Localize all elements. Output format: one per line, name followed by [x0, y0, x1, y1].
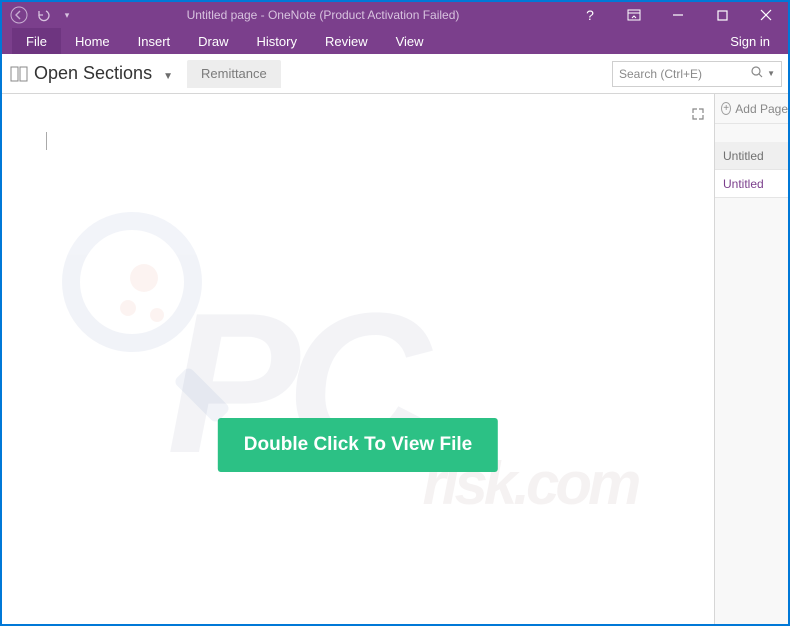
content-area: PCrisk.com Double Click To View File + A…	[2, 94, 788, 624]
ribbon: File Home Insert Draw History Review Vie…	[2, 28, 788, 54]
sign-in-link[interactable]: Sign in	[712, 34, 788, 49]
chevron-down-icon: ▼	[163, 71, 173, 82]
section-tab-label: Remittance	[201, 66, 267, 81]
qat-dropdown[interactable]: ▾	[56, 4, 78, 26]
search-input[interactable]: Search (Ctrl+E) ▼	[612, 61, 782, 87]
ribbon-tab-draw[interactable]: Draw	[184, 28, 242, 54]
window-title: Untitled page - OneNote (Product Activat…	[78, 8, 568, 22]
file-tab[interactable]: File	[12, 28, 61, 54]
view-file-button[interactable]: Double Click To View File	[218, 418, 498, 472]
ribbon-tab-insert[interactable]: Insert	[124, 28, 185, 54]
ribbon-display-button[interactable]	[612, 2, 656, 28]
section-bar: Open Sections ▼ Remittance Search (Ctrl+…	[2, 54, 788, 94]
nav-buttons: ▾	[8, 4, 78, 26]
title-bar: ▾ Untitled page - OneNote (Product Activ…	[2, 2, 788, 28]
notebook-label: Open Sections	[34, 63, 152, 83]
full-page-view-button[interactable]	[692, 108, 704, 123]
undo-button[interactable]	[32, 4, 54, 26]
search-placeholder: Search (Ctrl+E)	[619, 67, 751, 81]
watermark-logo	[62, 212, 232, 382]
section-tab[interactable]: Remittance	[187, 60, 281, 88]
text-cursor	[46, 132, 47, 150]
maximize-button[interactable]	[700, 2, 744, 28]
minimize-button[interactable]	[656, 2, 700, 28]
page-canvas[interactable]: PCrisk.com Double Click To View File	[2, 94, 714, 624]
search-scope-dropdown[interactable]: ▼	[767, 69, 775, 78]
page-title: Untitled	[723, 149, 764, 163]
page-list-item[interactable]: Untitled	[715, 170, 788, 198]
page-title: Untitled	[723, 177, 764, 191]
view-file-button-label: Double Click To View File	[244, 434, 472, 455]
ribbon-tab-review[interactable]: Review	[311, 28, 382, 54]
back-button[interactable]	[8, 4, 30, 26]
page-list-item[interactable]: Untitled	[715, 142, 788, 170]
notebook-dropdown[interactable]: Open Sections ▼	[34, 63, 173, 84]
plus-icon: +	[721, 102, 731, 115]
search-icon	[751, 66, 763, 81]
ribbon-tab-home[interactable]: Home	[61, 28, 124, 54]
window-controls: ?	[568, 2, 788, 28]
add-page-label: Add Page	[735, 102, 788, 116]
ribbon-tab-history[interactable]: History	[243, 28, 311, 54]
watermark-text: PCrisk.com	[42, 214, 714, 554]
notebook-icon[interactable]	[10, 65, 28, 83]
help-button[interactable]: ?	[568, 2, 612, 28]
add-page-button[interactable]: + Add Page	[715, 94, 788, 124]
close-button[interactable]	[744, 2, 788, 28]
page-panel: + Add Page Untitled Untitled	[714, 94, 788, 624]
ribbon-tab-view[interactable]: View	[382, 28, 438, 54]
